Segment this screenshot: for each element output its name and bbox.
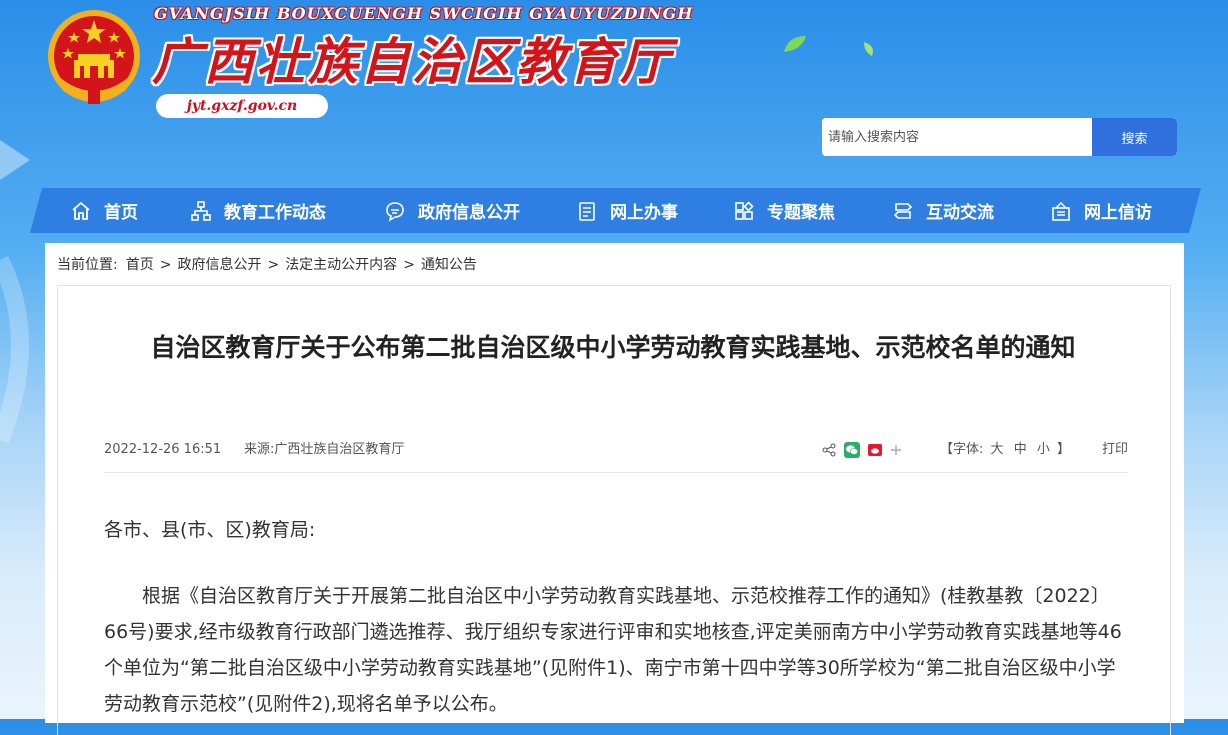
salutation: 各市、县(市、区)教育局: <box>104 519 316 541</box>
breadcrumb-separator: > <box>403 257 415 273</box>
publish-date: 2022-12-26 16:51 <box>104 442 222 457</box>
nav-item-home[interactable]: 首页 <box>70 188 138 233</box>
breadcrumb-item-statutory[interactable]: 法定主动公开内容 <box>285 253 397 277</box>
nav-item-label: 网上信访 <box>1084 203 1152 223</box>
breadcrumb-item-home[interactable]: 首页 <box>126 253 154 277</box>
chat-icon <box>384 200 406 222</box>
nav-item-label: 专题聚焦 <box>767 203 835 223</box>
nav-item-label: 网上办事 <box>610 203 678 223</box>
breadcrumb-item-gov-info[interactable]: 政府信息公开 <box>177 253 261 277</box>
font-size-control: 【字体: 大 中 小 】 <box>940 438 1070 462</box>
nav-item-online-petition[interactable]: 网上信访 <box>1050 188 1152 233</box>
divider <box>104 472 1128 473</box>
article: 自治区教育厅关于公布第二批自治区级中小学劳动教育实践基地、示范校名单的通知 20… <box>57 285 1171 735</box>
content-panel: 当前位置: 首页 > 政府信息公开 > 法定主动公开内容 > 通知公告 自治区教… <box>45 243 1184 735</box>
nav-item-interaction[interactable]: 互动交流 <box>892 188 994 233</box>
site-domain[interactable]: jyt.gxzf.gov.cn <box>156 94 328 118</box>
nav-item-education-news[interactable]: 教育工作动态 <box>190 188 326 233</box>
share-icon[interactable] <box>822 443 836 457</box>
nav-item-special-topics[interactable]: 专题聚焦 <box>733 188 835 233</box>
search-input[interactable] <box>822 118 1092 156</box>
site-header: GVANGJSIH BOUXCUENGH SWCIGIH GYAUYUZDING… <box>0 0 1228 180</box>
mailbox-icon <box>1050 200 1072 222</box>
article-source: 来源:广西壮族自治区教育厅 <box>244 442 405 457</box>
font-size-close: 】 <box>1057 442 1071 457</box>
weibo-icon[interactable] <box>868 443 882 457</box>
leaf-decoration-icon <box>784 36 806 52</box>
print-button[interactable]: 打印 <box>1102 438 1128 462</box>
document-icon <box>576 200 598 222</box>
site-subtitle: GVANGJSIH BOUXCUENGH SWCIGIH GYAUYUZDING… <box>154 4 694 23</box>
home-icon <box>70 200 92 222</box>
leaf-decoration-icon <box>864 42 873 56</box>
nav-item-label: 互动交流 <box>926 203 994 223</box>
nav-item-gov-info[interactable]: 政府信息公开 <box>384 188 520 233</box>
org-chart-icon <box>190 200 212 222</box>
font-size-label: 【字体: <box>940 442 984 457</box>
article-meta: 2022-12-26 16:51 来源:广西壮族自治区教育厅 【字体: 大 中 … <box>104 438 1128 462</box>
breadcrumb: 当前位置: 首页 > 政府信息公开 > 法定主动公开内容 > 通知公告 <box>57 253 477 277</box>
nav-item-label: 首页 <box>104 203 138 223</box>
share-tools <box>822 438 910 462</box>
article-body: 各市、县(市、区)教育局: 根据《自治区教育厅关于开展第二批自治区中小学劳动教育… <box>104 512 1128 722</box>
breadcrumb-item-notices[interactable]: 通知公告 <box>421 253 477 277</box>
nav-item-label: 教育工作动态 <box>224 203 326 223</box>
article-paragraph: 根据《自治区教育厅关于开展第二批自治区中小学劳动教育实践基地、示范校推荐工作的通… <box>104 585 1122 715</box>
search-bar: 搜索 <box>822 118 1177 156</box>
search-button[interactable]: 搜索 <box>1092 118 1177 156</box>
font-size-medium[interactable]: 中 <box>1014 442 1027 457</box>
main-nav: 首页 教育工作动态 政府信息公开 网上办事 专题聚焦 互动交流 网上信访 <box>30 188 1201 233</box>
plus-icon[interactable] <box>890 444 902 456</box>
signpost-icon <box>892 200 914 222</box>
site-title: 广西壮族自治区教育厅 <box>152 33 672 91</box>
breadcrumb-separator: > <box>159 257 172 273</box>
font-size-small[interactable]: 小 <box>1037 442 1050 457</box>
breadcrumb-separator: > <box>267 257 280 273</box>
grid-icon <box>733 200 755 222</box>
article-title: 自治区教育厅关于公布第二批自治区级中小学劳动教育实践基地、示范校名单的通知 <box>150 333 1076 362</box>
wechat-icon[interactable] <box>844 442 860 458</box>
nav-item-label: 政府信息公开 <box>418 203 520 223</box>
breadcrumb-prefix: 当前位置: <box>57 257 118 273</box>
font-size-large[interactable]: 大 <box>991 442 1004 457</box>
national-emblem-icon <box>48 10 140 104</box>
nav-item-online-services[interactable]: 网上办事 <box>576 188 678 233</box>
